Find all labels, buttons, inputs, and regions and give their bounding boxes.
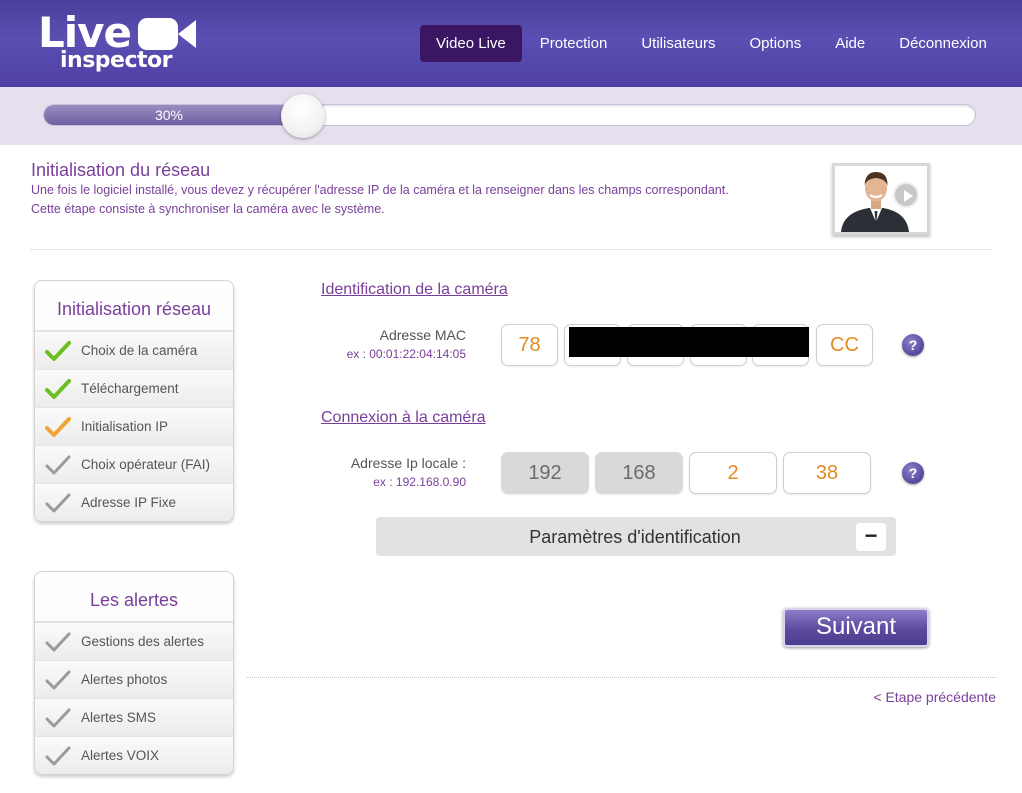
alert-gestions[interactable]: Gestions des alertes [35, 622, 233, 660]
check-pending-icon [35, 707, 81, 729]
collapse-toggle-icon[interactable]: − [856, 523, 886, 551]
footer-divider [247, 677, 997, 678]
nav-utilisateurs[interactable]: Utilisateurs [625, 25, 731, 62]
intro-line-1: Une fois le logiciel installé, vous deve… [31, 183, 729, 197]
section-divider [31, 249, 991, 250]
ip-field-4[interactable]: 38 [783, 452, 871, 494]
check-current-icon [35, 416, 81, 438]
step-label: Initialisation IP [81, 419, 169, 434]
nav-protection[interactable]: Protection [524, 25, 624, 62]
check-pending-icon [35, 492, 81, 514]
alerts-panel: Les alertes Gestions des alertes Alertes… [34, 571, 234, 775]
alert-label: Gestions des alertes [81, 634, 205, 649]
check-pending-icon [35, 669, 81, 691]
check-pending-icon [35, 631, 81, 653]
step-telechargement[interactable]: Téléchargement [35, 369, 233, 407]
ip-field-3[interactable]: 2 [689, 452, 777, 494]
network-init-title: Initialisation réseau [35, 281, 233, 331]
redacted-block [569, 327, 809, 357]
alert-sms[interactable]: Alertes SMS [35, 698, 233, 736]
play-icon[interactable] [893, 182, 919, 208]
step-label: Choix de la caméra [81, 343, 198, 358]
alert-label: Alertes photos [81, 672, 168, 687]
step-label: Téléchargement [81, 381, 179, 396]
page-title: Initialisation du réseau [31, 160, 211, 180]
main-nav: Video Live Protection Utilisateurs Optio… [420, 25, 1005, 62]
video-thumbnail[interactable] [832, 163, 930, 235]
step-initialisation-ip[interactable]: Initialisation IP [35, 407, 233, 445]
step-label: Adresse IP Fixe [81, 495, 177, 510]
network-init-panel: Initialisation réseau Choix de la caméra… [34, 280, 234, 522]
progress-percent-label: 30% [154, 107, 184, 123]
mac-address-label: Adresse MAC [379, 327, 466, 343]
intro-description: Une fois le logiciel installé, vous deve… [31, 181, 729, 219]
alert-photos[interactable]: Alertes photos [35, 660, 233, 698]
identification-parameters-bar[interactable]: Paramètres d'identification − [376, 517, 896, 556]
video-camera-icon [138, 18, 196, 50]
check-done-icon [35, 378, 81, 400]
step-adresse-ip-fixe[interactable]: Adresse IP Fixe [35, 483, 233, 521]
top-header: Live inspector Video Live Protection Uti… [0, 0, 1022, 87]
next-button[interactable]: Suivant [783, 608, 929, 647]
local-ip-label: Adresse Ip locale : [350, 455, 466, 471]
nav-options[interactable]: Options [734, 25, 818, 62]
help-icon[interactable]: ? [902, 462, 924, 484]
check-done-icon [35, 340, 81, 362]
step-label: Choix opérateur (FAI) [81, 457, 211, 472]
mac-field-6[interactable]: CC [816, 324, 873, 366]
alerts-title: Les alertes [35, 572, 233, 622]
camera-connection-title[interactable]: Connexion à la caméra [321, 409, 486, 427]
nav-deconnexion[interactable]: Déconnexion [883, 25, 1003, 62]
help-icon[interactable]: ? [902, 334, 924, 356]
step-choix-camera[interactable]: Choix de la caméra [35, 331, 233, 369]
identification-parameters-label: Paramètres d'identification [529, 527, 741, 547]
alert-voix[interactable]: Alertes VOIX [35, 736, 233, 774]
previous-step-link[interactable]: < Etape précédente [873, 689, 996, 705]
alert-label: Alertes SMS [81, 710, 157, 725]
nav-aide[interactable]: Aide [819, 25, 881, 62]
mac-address-example: ex : 00:01:22:04:14:05 [346, 347, 466, 361]
camera-identification-title[interactable]: Identification de la caméra [321, 281, 508, 299]
mac-field-1[interactable]: 78 [501, 324, 558, 366]
nav-video-live[interactable]: Video Live [420, 25, 522, 62]
progress-knob[interactable] [281, 94, 325, 138]
live-inspector-logo[interactable]: Live inspector [38, 8, 208, 80]
check-pending-icon [35, 745, 81, 767]
check-pending-icon [35, 454, 81, 476]
ip-field-1[interactable]: 192 [501, 452, 589, 494]
step-choix-operateur[interactable]: Choix opérateur (FAI) [35, 445, 233, 483]
progress-track: 30% [43, 104, 976, 126]
intro-line-2: Cette étape consiste à synchroniser la c… [31, 202, 385, 216]
alert-label: Alertes VOIX [81, 748, 160, 763]
local-ip-example: ex : 192.168.0.90 [373, 475, 466, 489]
ip-field-2[interactable]: 168 [595, 452, 683, 494]
